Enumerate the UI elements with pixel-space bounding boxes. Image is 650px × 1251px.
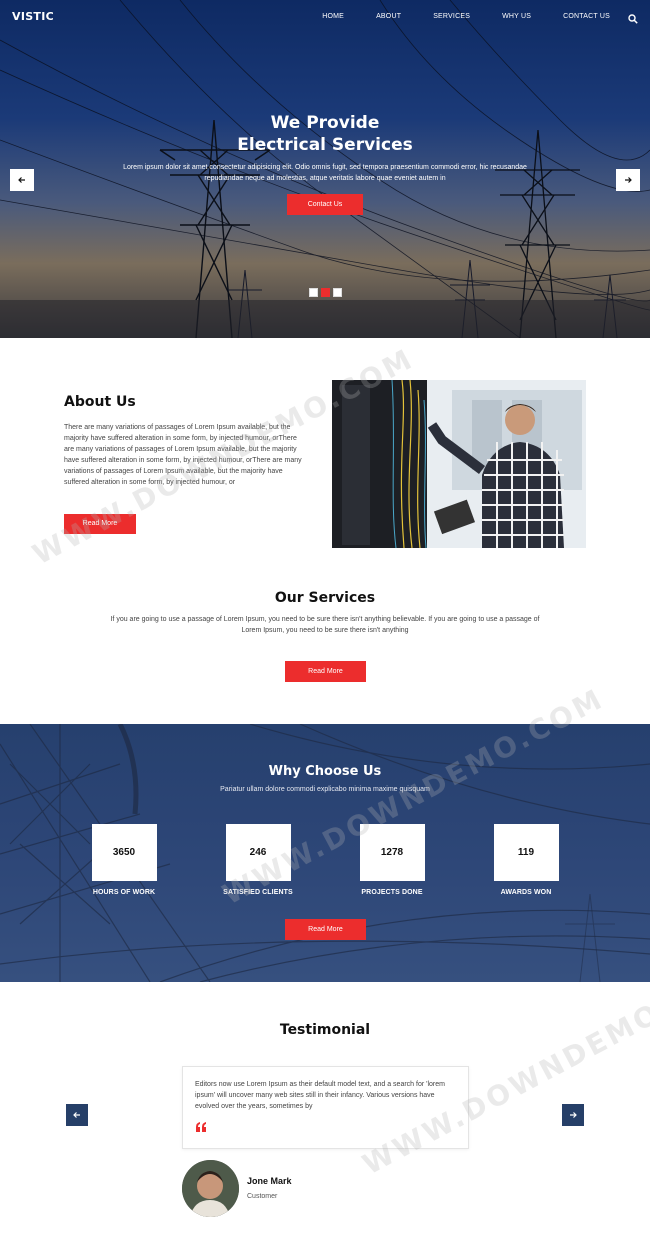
site-logo[interactable]: VISTIC	[12, 10, 54, 23]
testimonial-prev-button[interactable]	[66, 1104, 88, 1126]
hero-slider: VISTIC HOME ABOUT SERVICES WHY US CONTAC…	[0, 0, 650, 338]
slider-dot-3[interactable]	[333, 288, 342, 297]
contact-us-button[interactable]: Contact Us	[287, 194, 363, 215]
nav-home[interactable]: HOME	[322, 13, 344, 20]
stat-projects-done: 1278 PROJECTS DONE	[342, 824, 442, 896]
testimonial-next-button[interactable]	[562, 1104, 584, 1126]
testimonial-person-name: Jone Mark	[247, 1176, 292, 1186]
hero-title-line1: We Provide	[270, 113, 380, 133]
why-choose-us-section: Why Choose Us Pariatur ullam dolore comm…	[0, 724, 650, 982]
about-section: About Us There are many variations of pa…	[0, 338, 650, 556]
hero-description: Lorem ipsum dolor sit amet consectetur a…	[123, 164, 527, 182]
avatar	[182, 1160, 239, 1217]
stat-value: 119	[493, 824, 559, 881]
testimonial-card: Editors now use Lorem Ipsum as their def…	[182, 1066, 469, 1149]
stat-value: 246	[225, 824, 291, 881]
arrow-right-icon	[570, 1112, 577, 1118]
stat-label: SATISFIED CLIENTS	[223, 889, 293, 896]
nav-services[interactable]: SERVICES	[433, 13, 470, 20]
stat-hours-of-work: 3650 HOURS OF WORK	[74, 824, 174, 896]
quote-icon	[196, 1122, 206, 1132]
arrow-left-icon	[73, 1112, 80, 1118]
main-menu: HOME ABOUT SERVICES WHY US CONTACT US	[290, 11, 638, 24]
about-title: About Us	[64, 394, 136, 410]
slider-next-button[interactable]	[616, 169, 640, 191]
services-title: Our Services	[274, 590, 376, 606]
about-text: There are many variations of passages of…	[64, 424, 302, 486]
stat-awards-won: 119 AWARDS WON	[476, 824, 576, 896]
stat-satisfied-clients: 246 SATISFIED CLIENTS	[208, 824, 308, 896]
services-text: If you are going to use a passage of Lor…	[110, 616, 540, 634]
slider-dot-1[interactable]	[309, 288, 318, 297]
slider-indicators	[309, 288, 342, 297]
services-section: Our Services If you are going to use a p…	[0, 556, 650, 724]
nav-why-us[interactable]: WHY US	[502, 13, 531, 20]
search-icon[interactable]	[628, 11, 638, 24]
hero-title-line2: Electrical Services	[237, 135, 413, 155]
stat-label: PROJECTS DONE	[361, 889, 423, 896]
why-read-more-button[interactable]: Read More	[285, 919, 366, 940]
hero-content: We Provide Electrical Services Lorem ips…	[0, 112, 650, 215]
services-read-more-button[interactable]: Read More	[285, 661, 366, 682]
arrow-left-icon	[18, 177, 25, 183]
why-title: Why Choose Us	[268, 764, 382, 779]
testimonial-title: Testimonial	[279, 1022, 371, 1038]
slider-dot-2[interactable]	[321, 288, 330, 297]
stat-value: 3650	[91, 824, 157, 881]
hero-title: We Provide Electrical Services	[0, 112, 650, 156]
stat-label: AWARDS WON	[500, 889, 552, 896]
nav-contact-us[interactable]: CONTACT US	[563, 13, 610, 20]
why-subtitle: Pariatur ullam dolore commodi explicabo …	[220, 786, 430, 793]
stat-label: HOURS OF WORK	[92, 889, 156, 896]
arrow-right-icon	[625, 177, 632, 183]
testimonial-section: Testimonial Editors now use Lorem Ipsum …	[0, 982, 650, 1251]
slider-prev-button[interactable]	[10, 169, 34, 191]
top-navbar: VISTIC HOME ABOUT SERVICES WHY US CONTAC…	[0, 0, 650, 32]
technician-photo	[332, 380, 586, 548]
testimonial-text: Editors now use Lorem Ipsum as their def…	[195, 1081, 445, 1110]
about-read-more-button[interactable]: Read More	[64, 514, 136, 534]
stat-value: 1278	[359, 824, 425, 881]
nav-about[interactable]: ABOUT	[376, 13, 401, 20]
testimonial-person-role: Customer	[247, 1193, 278, 1200]
